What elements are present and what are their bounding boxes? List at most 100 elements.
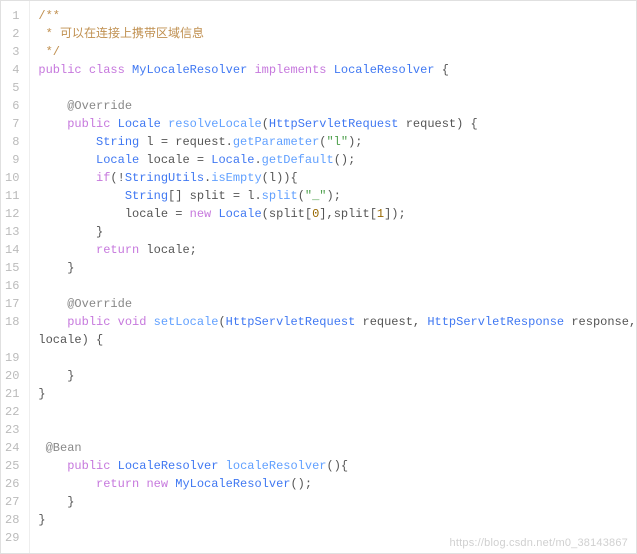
token: implements	[254, 63, 326, 77]
code-line: locale = new Locale(split[0],split[1]);	[38, 205, 628, 223]
token: }	[38, 387, 45, 401]
code-line: Locale locale = Locale.getDefault();	[38, 151, 628, 169]
token	[146, 315, 153, 329]
line-number: 10	[5, 169, 23, 187]
code-line: if(!StringUtils.isEmpty(l)){	[38, 169, 628, 187]
line-number: 5	[5, 79, 23, 97]
token: new	[190, 207, 212, 221]
token: locale =	[38, 207, 189, 221]
code-line: }	[38, 511, 628, 529]
line-number: 11	[5, 187, 23, 205]
token: locale;	[139, 243, 197, 257]
token: Locale	[96, 153, 139, 167]
token	[38, 477, 96, 491]
token: @Override	[67, 99, 132, 113]
token: response,	[564, 315, 636, 329]
line-number: 25	[5, 457, 23, 475]
token	[38, 99, 67, 113]
token	[38, 189, 124, 203]
code-line: /**	[38, 7, 628, 25]
code-block: 1234567891011121314151617181920212223242…	[0, 0, 637, 554]
token: void	[118, 315, 147, 329]
token: locale =	[139, 153, 211, 167]
line-number: 13	[5, 223, 23, 241]
token: (l)){	[262, 171, 298, 185]
code-line: }	[38, 367, 628, 385]
token	[125, 63, 132, 77]
token: }	[38, 513, 45, 527]
token	[38, 135, 96, 149]
code-line	[38, 349, 628, 367]
token: resolveLocale	[168, 117, 262, 131]
line-number: 19	[5, 349, 23, 367]
token: */	[38, 45, 60, 59]
code-line: String[] split = l.split("_");	[38, 187, 628, 205]
token: ]);	[384, 207, 406, 221]
token: "_"	[305, 189, 327, 203]
code-line: @Override	[38, 295, 628, 313]
token: @Override	[67, 297, 132, 311]
token: Locale	[118, 117, 161, 131]
token	[218, 459, 225, 473]
token: l = request.	[139, 135, 233, 149]
code-line: }	[38, 259, 628, 277]
token	[38, 315, 67, 329]
token: getParameter	[233, 135, 319, 149]
token: ],split[	[319, 207, 377, 221]
code-line: public void setLocale(HttpServletRequest…	[38, 313, 628, 331]
token: HttpServletRequest	[226, 315, 356, 329]
token	[38, 117, 67, 131]
line-number: 15	[5, 259, 23, 277]
line-number	[5, 331, 23, 349]
line-number-gutter: 1234567891011121314151617181920212223242…	[1, 1, 30, 553]
code-line: String l = request.getParameter("l");	[38, 133, 628, 151]
code-line: }	[38, 385, 628, 403]
line-number: 18	[5, 313, 23, 331]
token: request) {	[399, 117, 478, 131]
token: "l"	[326, 135, 348, 149]
token: MyLocaleResolver	[175, 477, 290, 491]
line-number: 21	[5, 385, 23, 403]
token: ();	[334, 153, 356, 167]
token: public	[67, 117, 110, 131]
token: public	[38, 63, 81, 77]
code-line	[38, 277, 628, 295]
line-number: 9	[5, 151, 23, 169]
token: (	[298, 189, 305, 203]
line-number: 4	[5, 61, 23, 79]
token: }	[38, 225, 103, 239]
token: LocaleResolver	[334, 63, 435, 77]
code-line: @Override	[38, 97, 628, 115]
token	[38, 171, 96, 185]
token: .	[254, 153, 261, 167]
line-number: 3	[5, 43, 23, 61]
watermark: https://blog.csdn.net/m0_38143867	[450, 537, 628, 549]
token: ();	[290, 477, 312, 491]
line-number: 1	[5, 7, 23, 25]
token: new	[146, 477, 168, 491]
line-number: 23	[5, 421, 23, 439]
token	[326, 63, 333, 77]
line-number: 14	[5, 241, 23, 259]
token: );	[327, 189, 341, 203]
token	[110, 459, 117, 473]
code-line-wrap: locale) {	[38, 331, 628, 349]
token	[82, 63, 89, 77]
code-body: /** * 可以在连接上携带区域信息 */public class MyLoca…	[30, 1, 636, 553]
token: }	[38, 261, 74, 275]
token: request,	[355, 315, 427, 329]
token	[110, 117, 117, 131]
token: (!	[110, 171, 124, 185]
token: getDefault	[262, 153, 334, 167]
line-number: 22	[5, 403, 23, 421]
token: }	[38, 495, 74, 509]
token: (){	[327, 459, 349, 473]
token: Locale	[211, 153, 254, 167]
token: class	[89, 63, 125, 77]
token: locale) {	[38, 333, 103, 347]
token	[38, 153, 96, 167]
token: String	[125, 189, 168, 203]
line-number: 6	[5, 97, 23, 115]
token: /**	[38, 9, 60, 23]
token	[38, 297, 67, 311]
